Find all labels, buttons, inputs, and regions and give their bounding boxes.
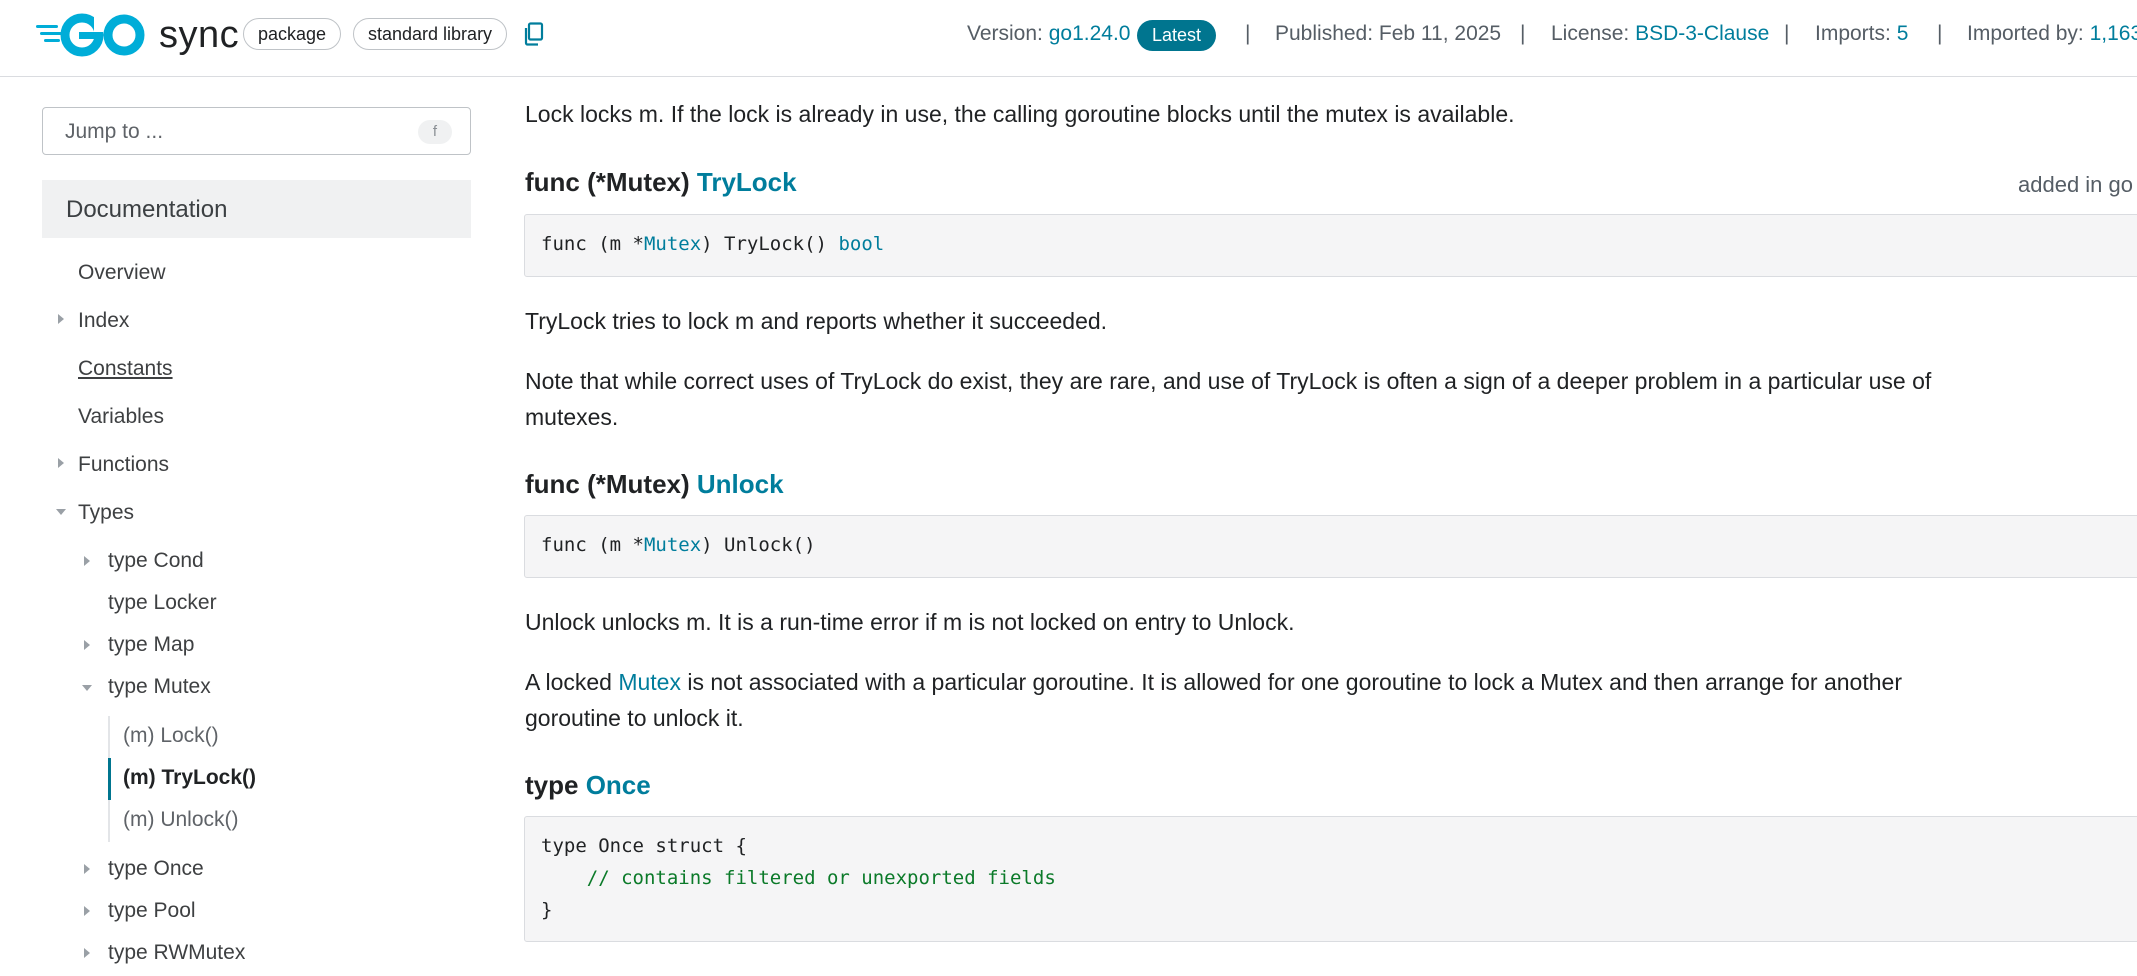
expand-arrow-icon[interactable] [84,640,90,650]
mutex-type-link[interactable]: Mutex [644,233,701,255]
separator: | [1784,22,1790,45]
imports-link[interactable]: 5 [1897,22,1909,45]
unlock-note: A locked Mutex is not associated with a … [525,669,1902,731]
trylock-description: TryLock tries to lock m and reports whet… [525,308,1108,334]
sidebar-item-method-lock[interactable]: (m) Lock() [123,724,219,748]
imported-by-info: Imported by: 1,163 [1967,22,2137,46]
license-label: License: [1551,22,1630,45]
sidebar-item-type-locker[interactable]: type Locker [108,591,217,615]
published-date: Published: Feb 11, 2025 [1275,22,1502,45]
trylock-signature-code: func (m *Mutex) TryLock() bool [524,214,2137,277]
collapse-arrow-icon[interactable] [56,509,66,515]
trylock-anchor-link[interactable]: TryLock [697,167,797,197]
added-in-version: added in go [2018,172,2133,197]
active-item-indicator [108,758,111,800]
heading-prefix: func (*Mutex) [525,167,697,197]
sidebar-item-index[interactable]: Index [78,309,129,333]
chip-standard-library: standard library [353,18,508,50]
code-comment: // contains filtered or unexported field… [541,867,1056,889]
imported-by-link[interactable]: 1,163 [2090,22,2137,45]
version-link[interactable]: go1.24.0 [1049,22,1131,45]
sidebar-item-type-cond[interactable]: type Cond [108,549,204,573]
lock-description: Lock locks m. If the lock is already in … [525,101,1515,127]
section-title: Documentation [66,196,228,223]
expand-arrow-icon[interactable] [84,864,90,874]
code-line: func (m *Mutex) TryLock() bool [541,233,885,255]
unlock-heading: func (*Mutex) Unlock [525,469,784,500]
unlock-description: Unlock unlocks m. It is a run-time error… [525,609,1295,635]
code-line: } [541,899,553,921]
chip-package: package [243,18,342,50]
sidebar-item-type-mutex[interactable]: type Mutex [108,675,211,699]
sidebar-item-constants[interactable]: Constants [78,357,173,381]
mutex-link[interactable]: Mutex [618,669,681,695]
sidebar-item-types[interactable]: Types [78,501,134,525]
code-line: func (m *Mutex) Unlock() [541,534,816,556]
once-heading: type Once [525,770,651,801]
sidebar-item-type-once[interactable]: type Once [108,857,204,881]
mutex-type-link[interactable]: Mutex [644,534,701,556]
keyboard-shortcut-badge: f [418,120,452,144]
expand-arrow-icon[interactable] [58,314,64,324]
bool-type-link[interactable]: bool [838,233,884,255]
version-label: Version: [967,22,1043,45]
sidebar-item-overview[interactable]: Overview [78,261,166,285]
sidebar-item-method-trylock[interactable]: (m) TryLock() [123,766,256,790]
heading-prefix: type [525,770,586,800]
expand-arrow-icon[interactable] [58,458,64,468]
separator: | [1937,22,1943,45]
collapse-arrow-icon[interactable] [82,685,92,691]
heading-prefix: func (*Mutex) [525,469,697,499]
package-name: sync [159,14,240,56]
once-type-code: type Once struct { // contains filtered … [524,816,2137,942]
expand-arrow-icon[interactable] [84,906,90,916]
expand-arrow-icon[interactable] [84,948,90,958]
once-anchor-link[interactable]: Once [586,770,651,800]
imported-by-label: Imported by: [1967,22,2084,45]
go-logo[interactable] [36,12,148,58]
license-link[interactable]: BSD-3-Clause [1635,22,1769,45]
trylock-heading: func (*Mutex) TryLock [525,167,797,198]
jump-to-input[interactable]: Jump to ... f [42,107,471,155]
copy-icon[interactable] [523,22,545,46]
version-info: Version: go1.24.0 [967,22,1130,46]
sidebar-item-variables[interactable]: Variables [78,405,164,429]
separator: | [1520,22,1526,45]
trylock-note: Note that while correct uses of TryLock … [525,368,1932,430]
top-header: sync package standard library Version: g… [0,0,2137,77]
unlock-anchor-link[interactable]: Unlock [697,469,784,499]
sidebar-item-method-unlock[interactable]: (m) Unlock() [123,808,239,832]
unlock-signature-code: func (m *Mutex) Unlock() [524,515,2137,578]
sidebar-item-type-rwmutex[interactable]: type RWMutex [108,941,245,965]
imports-label: Imports: [1815,22,1891,45]
sidebar-item-type-map[interactable]: type Map [108,633,194,657]
sidebar-item-functions[interactable]: Functions [78,453,169,477]
expand-arrow-icon[interactable] [84,556,90,566]
sidebar-item-type-pool[interactable]: type Pool [108,899,196,923]
separator: | [1245,22,1251,45]
sidebar-section-documentation[interactable]: Documentation [42,180,471,238]
license-info: License: BSD-3-Clause [1551,22,1769,46]
latest-badge[interactable]: Latest [1137,20,1217,51]
imports-info: Imports: 5 [1815,22,1908,46]
code-line: type Once struct { [541,835,747,857]
jump-to-placeholder: Jump to ... [65,120,164,143]
